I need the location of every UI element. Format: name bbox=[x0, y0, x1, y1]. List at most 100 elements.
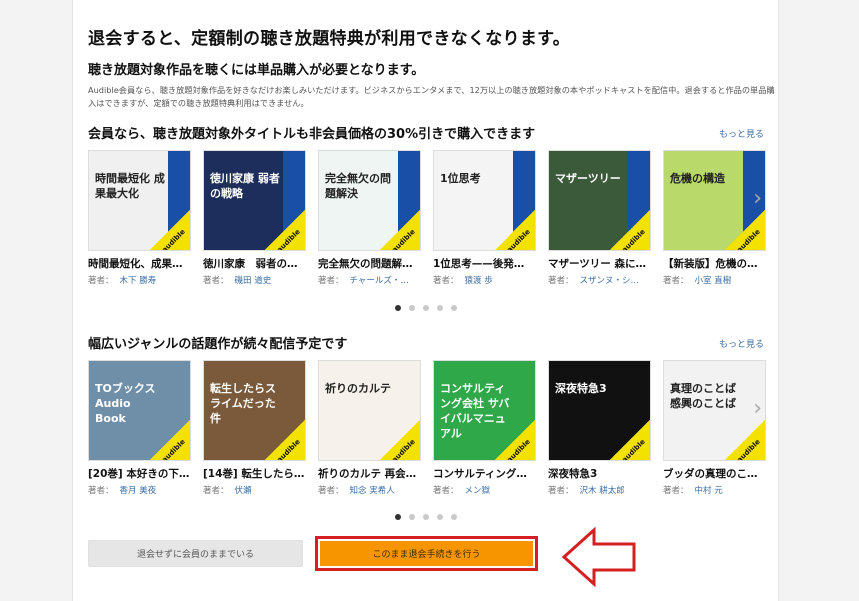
audible-badge-icon: audible bbox=[725, 210, 765, 250]
author-prefix: 著者： bbox=[88, 276, 114, 286]
author-name-link[interactable]: 磯田 道史 bbox=[235, 276, 272, 286]
book-item[interactable]: コンサルティング会社 サバイバルマニュアル audible コンサルティング… 著者：… bbox=[433, 360, 536, 496]
pagination-dot[interactable] bbox=[394, 305, 401, 311]
section2-shelf: TOブックス Audio Book audible [20巻] 本好きの下… 著者： 香… bbox=[88, 360, 768, 500]
author-name-link[interactable]: 沢木 耕太郎 bbox=[580, 486, 625, 496]
book-cover[interactable]: 転生したらスライムだった件 audible bbox=[203, 360, 306, 461]
book-cover[interactable]: 完全無欠の問題解決 audible bbox=[318, 150, 421, 251]
book-cover[interactable]: 真理のことば 感興のことば audible bbox=[663, 360, 766, 461]
audible-badge-icon: audible bbox=[265, 420, 305, 460]
book-item[interactable]: マザーツリー audible マザーツリー 森に… 著者： スザンヌ・シ… bbox=[548, 150, 651, 286]
book-cover[interactable]: 危機の構造 audible bbox=[663, 150, 766, 251]
carousel-next-icon[interactable]: › bbox=[753, 186, 762, 211]
section1-pagination bbox=[73, 296, 778, 315]
author-name-link[interactable]: 木下 勝寿 bbox=[120, 276, 157, 286]
section1-more-link[interactable]: もっと見る bbox=[719, 127, 764, 140]
book-title[interactable]: ブッダの真理のこ… bbox=[663, 466, 766, 481]
book-cover[interactable]: 祈りのカルテ audible bbox=[318, 360, 421, 461]
author-name-link[interactable]: 伏瀬 bbox=[235, 486, 252, 496]
pagination-dot[interactable] bbox=[422, 305, 429, 311]
book-title[interactable]: 祈りのカルテ 再会… bbox=[318, 466, 421, 481]
book-item[interactable]: 危機の構造 audible 【新装版】危機の… 著者： 小室 直樹 bbox=[663, 150, 766, 286]
book-author: 著者： 木下 勝寿 bbox=[88, 274, 191, 286]
book-item[interactable]: 深夜特急3 audible 深夜特急3 著者： 沢木 耕太郎 bbox=[548, 360, 651, 496]
book-title[interactable]: 完全無欠の問題解… bbox=[318, 256, 421, 271]
book-cover-text: 1位思考 bbox=[440, 172, 481, 185]
section2-title: 幅広いジャンルの話題作が続々配信予定です bbox=[88, 337, 348, 352]
red-arrow-icon bbox=[561, 526, 636, 588]
author-name-link[interactable]: メン獄 bbox=[465, 486, 491, 496]
section1-title: 会員なら、聴き放題対象外タイトルも非会員価格の30%引きで購入できます bbox=[88, 127, 536, 142]
book-title[interactable]: 徳川家康 弱者の… bbox=[203, 256, 306, 271]
author-name-link[interactable]: 中村 元 bbox=[695, 486, 723, 496]
book-item[interactable]: 真理のことば 感興のことば audible ブッダの真理のこ… 著者： 中村 元 bbox=[663, 360, 766, 496]
book-author: 著者： スザンヌ・シ… bbox=[548, 274, 651, 286]
pagination-dot[interactable] bbox=[436, 514, 443, 520]
book-cover[interactable]: 深夜特急3 audible bbox=[548, 360, 651, 461]
book-item[interactable]: TOブックス Audio Book audible [20巻] 本好きの下… 著者： 香… bbox=[88, 360, 191, 496]
book-cover[interactable]: 徳川家康 弱者の戦略 audible bbox=[203, 150, 306, 251]
author-prefix: 著者： bbox=[433, 486, 459, 496]
cancellation-card: 退会すると、定額制の聴き放題特典が利用できなくなります。 聴き放題対象作品を聴く… bbox=[72, 0, 779, 601]
audible-logo: audible bbox=[735, 227, 762, 251]
book-item[interactable]: 1位思考 audible 1位思考——後発… 著者： 猿渡 歩 bbox=[433, 150, 536, 286]
audible-badge-icon: audible bbox=[495, 210, 535, 250]
book-cover[interactable]: 時間最短化 成果最大化 audible bbox=[88, 150, 191, 251]
book-author: 著者： 伏瀬 bbox=[203, 484, 306, 496]
book-cover[interactable]: マザーツリー audible bbox=[548, 150, 651, 251]
audible-badge-icon: audible bbox=[150, 420, 190, 460]
author-name-link[interactable]: 香月 美夜 bbox=[120, 486, 157, 496]
book-item[interactable]: 完全無欠の問題解決 audible 完全無欠の問題解… 著者： チャールズ・… bbox=[318, 150, 421, 286]
pagination-dot[interactable] bbox=[422, 514, 429, 520]
book-title[interactable]: 【新装版】危機の… bbox=[663, 256, 766, 271]
author-prefix: 著者： bbox=[203, 276, 229, 286]
pagination-dot[interactable] bbox=[436, 305, 443, 311]
audible-logo: audible bbox=[160, 437, 187, 461]
book-title[interactable]: 深夜特急3 bbox=[548, 466, 651, 481]
book-author: 著者： 沢木 耕太郎 bbox=[548, 484, 651, 496]
book-title[interactable]: 時間最短化、成果… bbox=[88, 256, 191, 271]
book-cover[interactable]: コンサルティング会社 サバイバルマニュアル audible bbox=[433, 360, 536, 461]
audible-logo: audible bbox=[160, 227, 187, 251]
book-cover[interactable]: 1位思考 audible bbox=[433, 150, 536, 251]
author-name-link[interactable]: 猿渡 歩 bbox=[465, 276, 493, 286]
author-prefix: 著者： bbox=[548, 486, 574, 496]
pagination-dot[interactable] bbox=[450, 514, 457, 520]
book-cover-text: 徳川家康 弱者の戦略 bbox=[210, 172, 280, 200]
book-author: 著者： チャールズ・… bbox=[318, 274, 421, 286]
page-title: 退会すると、定額制の聴き放題特典が利用できなくなります。 bbox=[88, 29, 571, 49]
description-text: Audible会員なら、聴き放題対象作品を好きなだけお楽しみいただけます。ビジネ… bbox=[88, 85, 775, 108]
book-title[interactable]: マザーツリー 森に… bbox=[548, 256, 651, 271]
proceed-cancel-button[interactable]: このまま退会手続きを行う bbox=[320, 541, 533, 566]
book-title[interactable]: [20巻] 本好きの下… bbox=[88, 466, 191, 481]
author-prefix: 著者： bbox=[433, 276, 459, 286]
audible-logo: audible bbox=[275, 437, 302, 461]
book-cover-text: 深夜特急3 bbox=[555, 382, 607, 395]
author-prefix: 著者： bbox=[548, 276, 574, 286]
pagination-dot[interactable] bbox=[450, 305, 457, 311]
book-cover-text: 危機の構造 bbox=[670, 172, 725, 185]
audible-logo: audible bbox=[275, 227, 302, 251]
page-subtitle: 聴き放題対象作品を聴くには単品購入が必要となります。 bbox=[88, 63, 425, 78]
carousel-next-icon[interactable]: › bbox=[753, 396, 762, 421]
book-cover-text: 真理のことば 感興のことば bbox=[670, 382, 736, 410]
pagination-dot[interactable] bbox=[408, 514, 415, 520]
book-title[interactable]: 1位思考——後発… bbox=[433, 256, 536, 271]
author-name-link[interactable]: 小室 直樹 bbox=[695, 276, 732, 286]
stay-member-button[interactable]: 退会せずに会員のままでいる bbox=[88, 540, 303, 567]
book-item[interactable]: 徳川家康 弱者の戦略 audible 徳川家康 弱者の… 著者： 磯田 道史 bbox=[203, 150, 306, 286]
pagination-dot[interactable] bbox=[394, 514, 401, 520]
book-item[interactable]: 祈りのカルテ audible 祈りのカルテ 再会… 著者： 知念 実希人 bbox=[318, 360, 421, 496]
book-item[interactable]: 転生したらスライムだった件 audible [14巻] 転生したら… 著者： 伏瀬 bbox=[203, 360, 306, 496]
author-name-link[interactable]: スザンヌ・シ… bbox=[580, 276, 640, 286]
pagination-dot[interactable] bbox=[408, 305, 415, 311]
section2-more-link[interactable]: もっと見る bbox=[719, 337, 764, 350]
book-item[interactable]: 時間最短化 成果最大化 audible 時間最短化、成果… 著者： 木下 勝寿 bbox=[88, 150, 191, 286]
book-title[interactable]: コンサルティング… bbox=[433, 466, 536, 481]
book-cover[interactable]: TOブックス Audio Book audible bbox=[88, 360, 191, 461]
book-title[interactable]: [14巻] 転生したら… bbox=[203, 466, 306, 481]
author-prefix: 著者： bbox=[663, 486, 689, 496]
author-name-link[interactable]: 知念 実希人 bbox=[350, 486, 395, 496]
author-name-link[interactable]: チャールズ・… bbox=[350, 276, 409, 286]
audible-logo: audible bbox=[735, 437, 762, 461]
